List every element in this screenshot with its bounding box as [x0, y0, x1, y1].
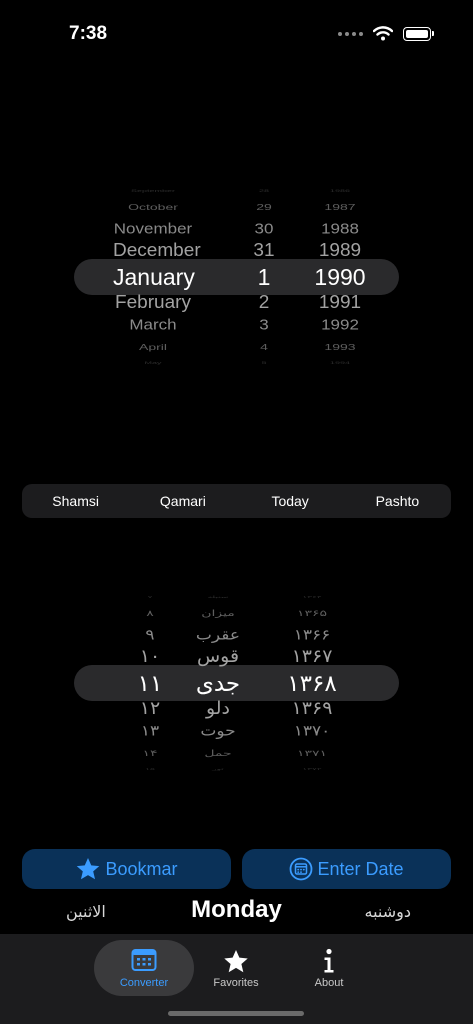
weekday-persian: دوشنبه [364, 904, 412, 921]
month-cell: میزان [201, 608, 235, 618]
year-cell: ۱۳۶۷ [291, 646, 333, 667]
cellular-signal-icon [338, 31, 363, 36]
picker-row[interactable]: September 28 1986 [0, 186, 473, 197]
month-cell: October [128, 202, 178, 212]
wifi-icon [373, 26, 393, 41]
day-cell: 31 [253, 240, 275, 261]
tab-converter[interactable]: Converter [94, 940, 194, 996]
day-cell: 5 [261, 361, 267, 365]
enter-date-button[interactable]: Enter Date [242, 849, 451, 889]
day-cell: 28 [258, 189, 269, 193]
year-cell: 1990 [314, 264, 366, 290]
weekday-row: الاثنين Monday دوشنبه [0, 896, 473, 928]
bookmark-label: Bookmar [105, 858, 178, 879]
year-cell: ۱۳۶۴ [302, 595, 322, 599]
picker-row[interactable]: March 3 1992 [0, 312, 473, 338]
calendar-icon [290, 857, 313, 881]
picker-row[interactable]: May 5 1994 [0, 358, 473, 369]
picker-row[interactable]: October 29 1987 [0, 198, 473, 216]
year-cell: 1987 [324, 202, 356, 212]
info-icon [324, 948, 334, 973]
year-cell: ۱۳۷۱ [296, 748, 328, 758]
calendar-selector[interactable]: Shamsi Qamari Today Pashto [22, 484, 451, 518]
tab-about-label: About [314, 977, 344, 989]
year-cell: ۱۳۶۸ [287, 670, 337, 696]
battery-icon [403, 26, 434, 41]
month-cell: September [130, 189, 176, 193]
year-cell: ۱۳۷۰ [293, 722, 331, 739]
year-cell: ۱۳۶۵ [296, 608, 328, 618]
month-cell: March [129, 316, 177, 333]
tab-today[interactable]: Today [237, 484, 344, 518]
month-cell: April [138, 342, 167, 352]
month-cell: December [113, 240, 201, 261]
tab-converter-label: Converter [119, 977, 169, 989]
picker-row[interactable]: ۱۰ قوس ۱۳۶۷ [0, 643, 473, 672]
bookmark-button[interactable]: Bookmar [22, 849, 231, 889]
enter-date-label: Enter Date [317, 858, 404, 879]
year-cell: 1993 [324, 342, 356, 352]
picker-row[interactable]: ۱۴ حمل ۱۳۷۱ [0, 744, 473, 762]
status-icons [338, 26, 434, 41]
tab-qamari[interactable]: Qamari [129, 484, 236, 518]
picker-row[interactable]: April 4 1993 [0, 338, 473, 356]
tab-favorites-label: Favorites [213, 977, 259, 989]
picker-row[interactable]: ۱۳ حوت ۱۳۷۰ [0, 718, 473, 744]
picker-row[interactable]: ۷ سنبله ۱۳۶۴ [0, 592, 473, 603]
tab-shamsi[interactable]: Shamsi [22, 484, 129, 518]
month-cell: سنبله [207, 595, 229, 599]
calendar-icon [131, 949, 157, 971]
month-cell: جدی [195, 670, 241, 696]
star-icon [77, 857, 100, 880]
year-cell: 1986 [329, 189, 351, 193]
picker-row[interactable]: ۸ میزان ۱۳۶۵ [0, 604, 473, 622]
year-cell: 1992 [321, 316, 359, 333]
day-cell: 3 [259, 316, 269, 333]
star-icon [224, 950, 248, 973]
year-cell: 1994 [329, 361, 351, 365]
year-cell: 1989 [318, 240, 362, 261]
year-cell: ۱۳۷۲ [302, 767, 322, 771]
tab-favorites[interactable]: Favorites [186, 940, 286, 996]
month-cell: حمل [204, 748, 232, 758]
month-cell: قوس [196, 646, 240, 667]
month-cell: ثور [212, 767, 224, 771]
day-cell: 1 [257, 264, 271, 290]
tab-about[interactable]: About [279, 940, 379, 996]
picker-row[interactable]: December 31 1989 [0, 237, 473, 266]
home-indicator [168, 1011, 304, 1016]
day-cell: 29 [256, 202, 272, 212]
day-cell: 4 [260, 342, 268, 352]
month-cell: حوت [200, 722, 236, 739]
picker-row-selected[interactable]: January 1 1990 [0, 262, 473, 292]
month-cell: January [113, 264, 195, 290]
status-time: 7:38 [69, 23, 108, 44]
picker-row-selected[interactable]: ۱۱ جدی ۱۳۶۸ [0, 668, 473, 698]
month-cell: May [144, 361, 162, 365]
picker-row[interactable]: ۱۵ ثور ۱۳۷۲ [0, 764, 473, 775]
tab-pashto[interactable]: Pashto [344, 484, 451, 518]
